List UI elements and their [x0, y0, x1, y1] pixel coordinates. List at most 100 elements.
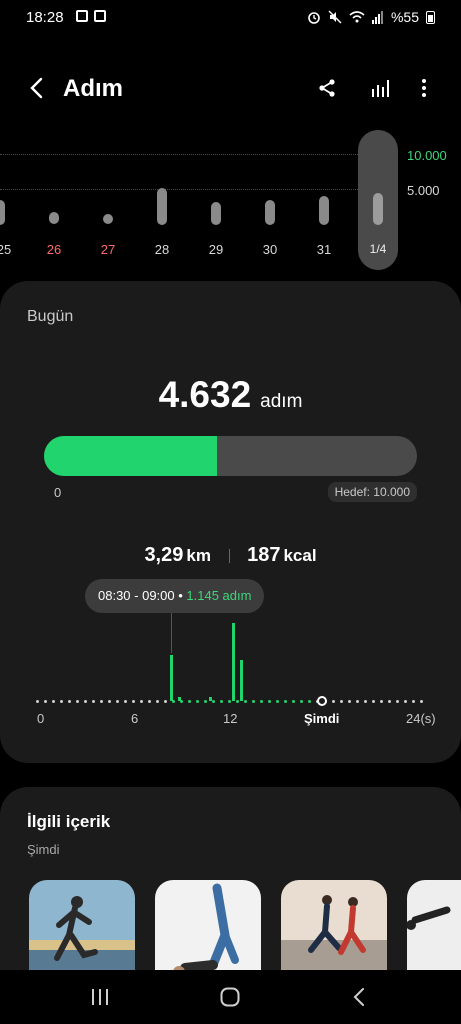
step-count-value: 4.632: [158, 374, 252, 415]
chart-button[interactable]: [366, 74, 394, 102]
chart-icon: [372, 80, 389, 97]
baseline-dot: [164, 700, 167, 703]
box-icon: [94, 10, 106, 22]
stats-row: 3,29 km 187 kcal: [0, 544, 461, 567]
system-nav-bar: [0, 970, 461, 1024]
goal-line-10000: [0, 154, 360, 155]
related-content-card: İlgili içerik Şimdi: [0, 787, 461, 987]
selected-day-bar[interactable]: [373, 193, 383, 225]
day-label: 31: [316, 242, 332, 257]
weekly-steps-chart[interactable]: 10.000 5.000 25 26 27 28 29 30 31 1/4: [0, 130, 461, 270]
goal-line-5000: [0, 189, 360, 190]
day-label: 25: [0, 242, 12, 257]
x-label-now: Şimdi: [304, 711, 340, 726]
baseline-dot: [332, 700, 335, 703]
baseline-dot: [356, 700, 359, 703]
related-title: İlgili içerik: [27, 812, 111, 831]
chevron-left-icon: [30, 77, 43, 99]
home-icon: [220, 987, 240, 1007]
baseline-dot: [292, 700, 295, 703]
day-bar[interactable]: [265, 200, 275, 225]
baseline-dot: [276, 700, 279, 703]
hour-bar[interactable]: [170, 655, 173, 701]
baseline-dot: [420, 700, 423, 703]
baseline-dot: [340, 700, 343, 703]
day-bar[interactable]: [157, 188, 167, 225]
baseline-dot: [228, 700, 231, 703]
baseline-dot: [188, 700, 191, 703]
step-progress-fill: [44, 436, 217, 476]
x-label: 0: [37, 711, 45, 726]
now-marker: [317, 696, 327, 706]
status-bar: 18:28 %55: [0, 0, 461, 34]
recents-button[interactable]: [85, 982, 115, 1012]
share-button[interactable]: [313, 74, 341, 102]
nav-back-button[interactable]: [344, 982, 374, 1012]
status-time: 18:28: [26, 9, 64, 26]
day-bar[interactable]: [103, 214, 113, 224]
baseline-dot: [236, 700, 239, 703]
tooltip-time: 08:30 - 09:00: [98, 588, 175, 603]
baseline-dot: [76, 700, 79, 703]
baseline-dot: [44, 700, 47, 703]
home-button[interactable]: [215, 982, 245, 1012]
x-label: 6: [131, 711, 139, 726]
day-label: 29: [208, 242, 224, 257]
day-bar[interactable]: [211, 202, 221, 225]
distance-value: 3,29: [144, 544, 184, 566]
back-button[interactable]: [22, 74, 50, 102]
baseline-dot: [108, 700, 111, 703]
baseline-dot: [36, 700, 39, 703]
baseline-dot: [260, 700, 263, 703]
hour-bar[interactable]: [240, 660, 243, 701]
baseline-dot: [116, 700, 119, 703]
baseline-dot: [220, 700, 223, 703]
wifi-icon: [349, 11, 365, 23]
alarm-icon: [308, 12, 320, 24]
baseline-dot: [404, 700, 407, 703]
today-card: Bugün 4.632 adım 0 Hedef: 10.000 3,29 km 1…: [0, 281, 461, 763]
baseline-dot: [300, 700, 303, 703]
day-label: 26: [46, 242, 62, 257]
baseline-dot: [148, 700, 151, 703]
related-subtitle: Şimdi: [27, 842, 60, 857]
baseline-dot: [244, 700, 247, 703]
baseline-dot: [380, 700, 383, 703]
baseline-dot: [268, 700, 271, 703]
x-label: 12: [223, 711, 238, 726]
more-button[interactable]: [410, 74, 438, 102]
hour-bar[interactable]: [209, 697, 212, 701]
baseline-dot: [60, 700, 63, 703]
day-label: 27: [100, 242, 116, 257]
baseline-dot: [348, 700, 351, 703]
day-bar[interactable]: [0, 200, 5, 225]
distance-unit: km: [186, 546, 211, 565]
calories-unit: kcal: [283, 546, 317, 565]
signal-icon: [371, 11, 383, 24]
hour-bar[interactable]: [178, 697, 181, 701]
status-left-icons: [76, 10, 106, 22]
baseline-dot: [156, 700, 159, 703]
day-bar[interactable]: [319, 196, 329, 225]
recents-icon: [92, 989, 108, 1005]
goal-badge: Hedef: 10.000: [327, 482, 417, 502]
day-bar[interactable]: [49, 212, 59, 224]
baseline-dot: [132, 700, 135, 703]
share-icon: [319, 79, 335, 97]
hour-bar[interactable]: [232, 623, 235, 701]
stats-divider: [228, 548, 230, 563]
more-icon: [422, 79, 426, 97]
baseline-dot: [372, 700, 375, 703]
selected-day-label: 1/4: [369, 242, 387, 256]
baseline-dot: [388, 700, 391, 703]
baseline-dot: [412, 700, 415, 703]
baseline-dot: [52, 700, 55, 703]
tooltip-value: 1.145 adım: [186, 588, 252, 603]
baseline-dot: [68, 700, 71, 703]
baseline-dot: [396, 700, 399, 703]
goal-label-10000: 10.000: [407, 148, 447, 163]
baseline-dot: [84, 700, 87, 703]
page-title: Adım: [63, 75, 123, 102]
mute-icon: [328, 10, 342, 24]
baseline-dot: [252, 700, 255, 703]
